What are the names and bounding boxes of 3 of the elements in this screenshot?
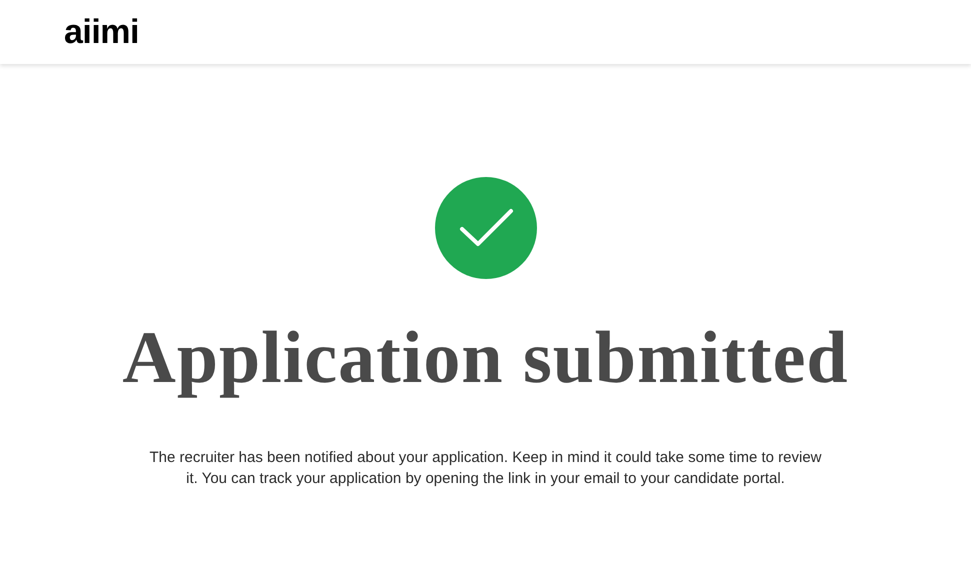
logo[interactable]: aiimi [64,15,139,49]
confirmation-message: The recruiter has been notified about your application. Keep in mind it could take some time to review it. You can track your application by opening the link in your email to your candidate portal. [148,448,823,489]
check-circle-icon [434,177,536,279]
